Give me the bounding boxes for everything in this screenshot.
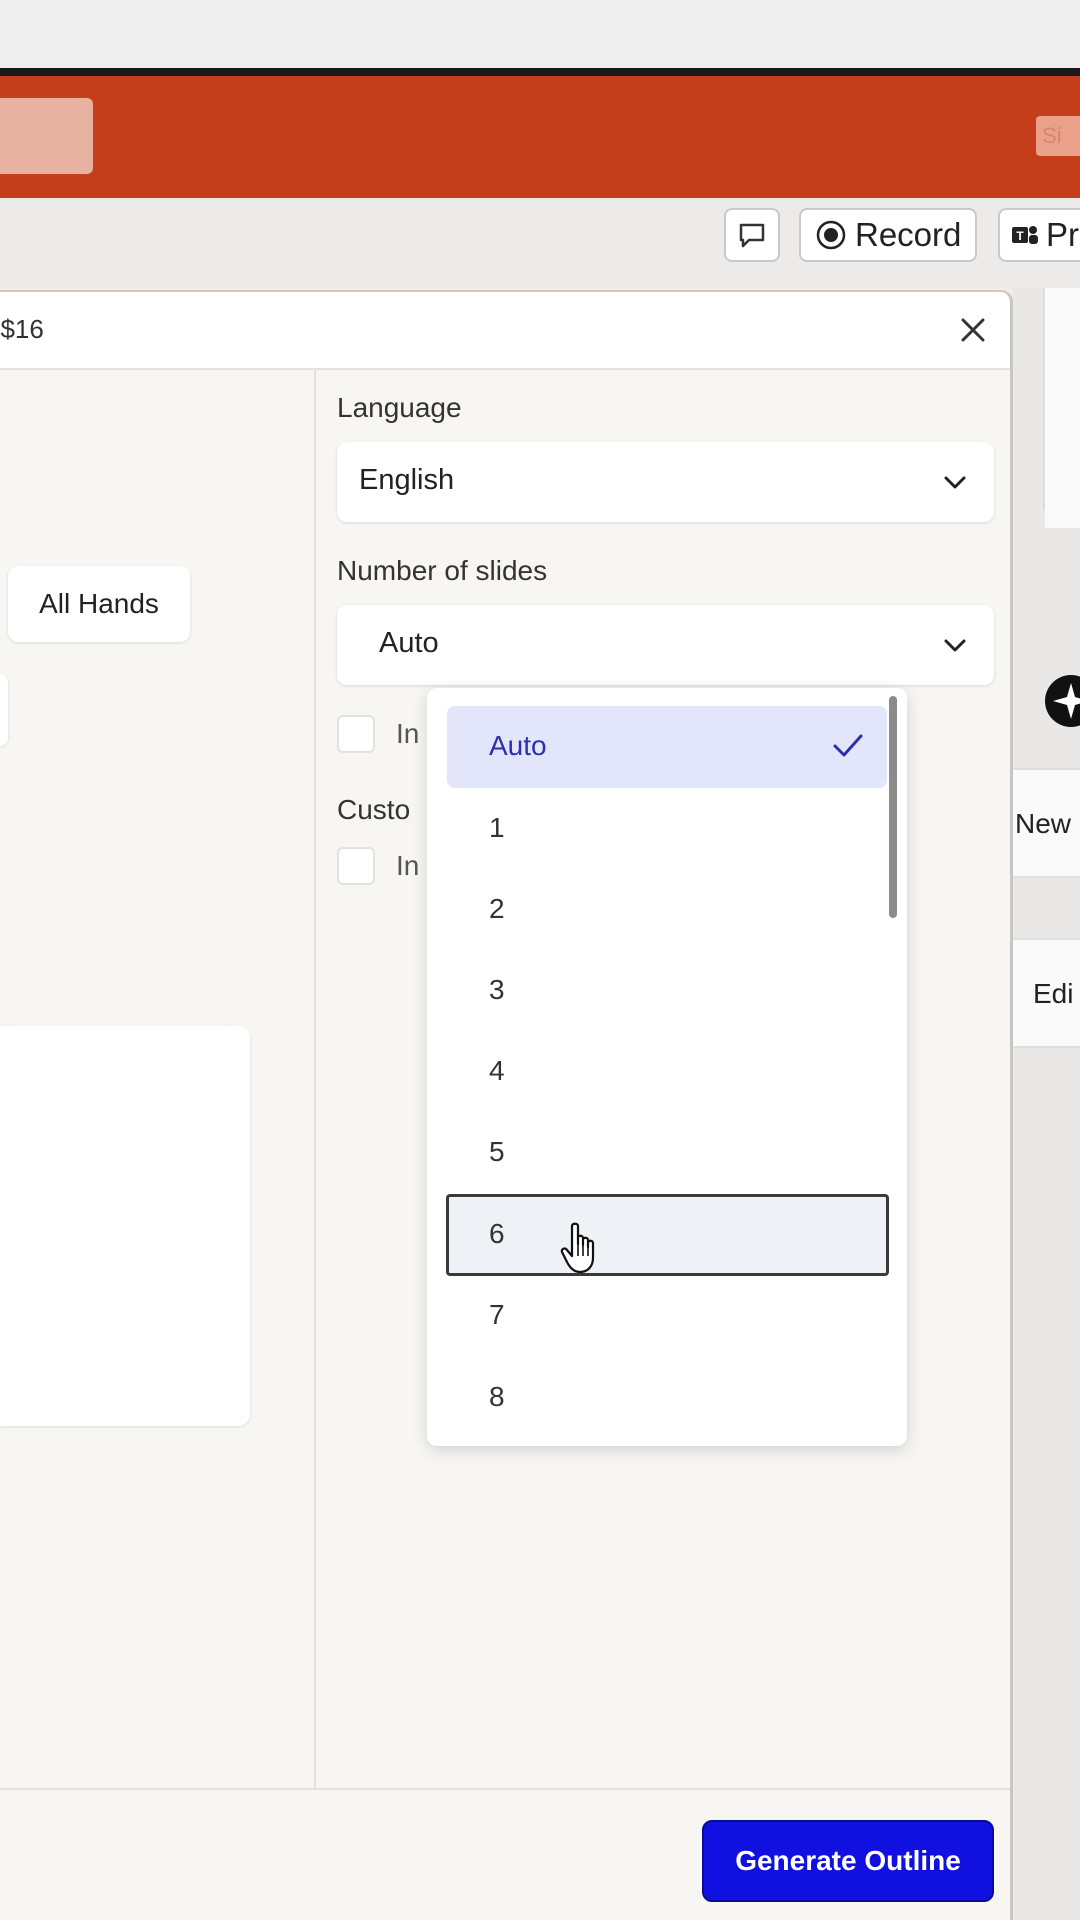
close-icon[interactable] (953, 310, 993, 350)
slides-option-8[interactable]: 8 (447, 1357, 887, 1439)
template-chip-all-hands[interactable]: All Hands (8, 566, 190, 642)
chevron-down-icon (944, 639, 966, 652)
prompt-textarea[interactable] (0, 1026, 250, 1426)
include-checkbox-2[interactable] (337, 847, 375, 885)
slides-dropdown-menu: Auto 1 2 3 4 5 6 7 8 (427, 688, 907, 1446)
option-label: 3 (489, 974, 505, 1005)
window-border (0, 68, 1080, 76)
record-icon (816, 220, 846, 250)
generate-outline-button[interactable]: Generate Outline (702, 1820, 994, 1902)
chevron-down-icon (944, 476, 966, 489)
option-label: 6 (489, 1218, 505, 1249)
dropdown-scrollbar[interactable] (889, 696, 897, 918)
pane-item-new[interactable]: New (1013, 768, 1080, 878)
slides-option-6[interactable]: 6 (446, 1194, 889, 1276)
ribbon-search-box[interactable] (0, 98, 93, 174)
language-label: Language (337, 392, 462, 423)
column-divider (314, 370, 316, 1790)
svg-text:T: T (1016, 229, 1024, 243)
include-label-1: In (396, 718, 420, 749)
include-checkbox-1[interactable] (337, 715, 375, 753)
slides-option-auto[interactable]: Auto (447, 706, 887, 788)
toolbar: Record T Pr (0, 198, 1080, 288)
option-label: 1 (489, 812, 505, 843)
footer-divider (0, 1788, 1010, 1790)
window-top-bar (0, 0, 1080, 68)
option-label: 7 (489, 1299, 505, 1330)
record-label: Record (855, 216, 962, 253)
include-label-2: In (396, 850, 420, 881)
pane-item-edit[interactable]: Edi (1013, 938, 1080, 1048)
slides-option-7[interactable]: 7 (447, 1275, 887, 1357)
option-label: 5 (489, 1136, 505, 1167)
slides-value: Auto (379, 627, 439, 659)
slides-label: Number of slides (337, 555, 548, 586)
pane-white-area (1045, 288, 1080, 528)
option-label: Auto (489, 730, 547, 761)
custom-section-label: Custo (337, 794, 411, 825)
slides-option-2[interactable]: 2 (447, 869, 887, 951)
dialog-title: $$16 (0, 314, 44, 344)
language-value: English (359, 464, 455, 496)
slides-option-4[interactable]: 4 (447, 1031, 887, 1113)
option-label: 8 (489, 1381, 505, 1412)
present-label: Pr (1046, 216, 1079, 253)
designer-icon[interactable] (1043, 673, 1080, 729)
checkmark-icon (833, 734, 863, 757)
dialog-header: $$16 (0, 292, 1010, 370)
option-label: 4 (489, 1055, 505, 1086)
template-chip-partial[interactable] (0, 674, 8, 746)
ribbon-sign-in-chip[interactable]: Si (1036, 116, 1080, 156)
comments-button[interactable] (724, 208, 780, 262)
app-ribbon: Si (0, 76, 1080, 198)
option-label: 2 (489, 893, 505, 924)
slides-select[interactable]: Auto (337, 605, 994, 685)
present-teams-button[interactable]: T Pr (998, 208, 1080, 262)
slides-option-5[interactable]: 5 (447, 1112, 887, 1194)
slides-option-1[interactable]: 1 (447, 788, 887, 870)
pane-item-new-label: New (1015, 808, 1072, 839)
pane-item-edit-label: Edi (1033, 978, 1074, 1009)
comment-icon (739, 223, 765, 248)
hand-cursor-icon (560, 1222, 595, 1274)
record-button[interactable]: Record (799, 208, 977, 262)
teams-icon: T (1012, 226, 1038, 244)
language-select[interactable]: English (337, 442, 994, 522)
right-task-pane: L New Edi (1013, 288, 1080, 1920)
slides-option-3[interactable]: 3 (447, 950, 887, 1032)
